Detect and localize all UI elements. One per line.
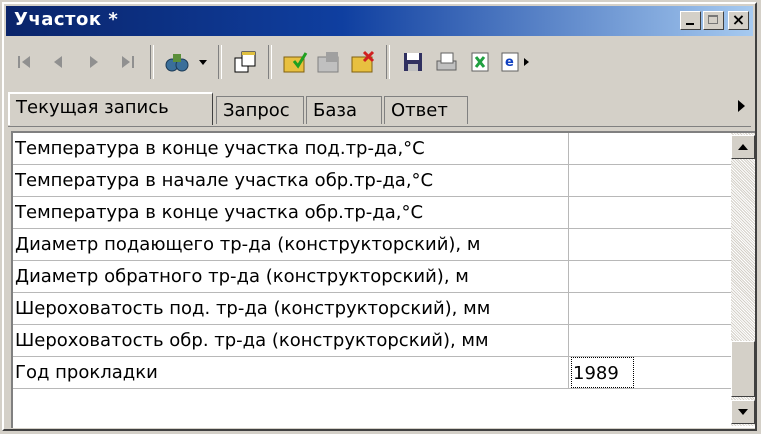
field-value[interactable] — [570, 293, 733, 324]
field-label: Год прокладки — [15, 357, 569, 388]
field-value[interactable] — [570, 261, 733, 292]
properties-button[interactable] — [312, 45, 346, 79]
field-label: Шероховатость под. тр-да (конструкторски… — [15, 293, 569, 324]
save-button[interactable] — [396, 45, 430, 79]
next-record-button[interactable] — [76, 45, 110, 79]
tab-strip: Текущая запись Запрос База Ответ — [8, 88, 751, 127]
toolbar-separator — [268, 45, 272, 79]
field-value[interactable] — [570, 229, 733, 260]
title-bar[interactable]: Участок * × — [6, 6, 753, 36]
toolbar-separator — [218, 45, 222, 79]
binoculars-icon — [165, 54, 189, 72]
svg-text:e: e — [505, 55, 514, 70]
field-value[interactable] — [570, 325, 733, 356]
field-label: Диаметр обратного тр-да (конструкторский… — [15, 261, 569, 292]
edit-folder-icon — [283, 52, 308, 73]
last-record-button[interactable] — [110, 45, 144, 79]
toolbar-separator — [150, 45, 154, 79]
grid-row[interactable]: Температура в конце участка обр.тр-да,°С — [13, 197, 733, 229]
field-value[interactable] — [570, 197, 733, 228]
field-label: Температура в конце участка обр.тр-да,°С — [15, 197, 569, 228]
record-grid: Температура в конце участка под.тр-да,°С… — [11, 131, 755, 428]
grid-row[interactable]: Год прокладки 1989 — [13, 357, 733, 389]
delete-record-button[interactable] — [346, 45, 380, 79]
field-label: Температура в конце участка под.тр-да,°С — [15, 133, 569, 164]
arrow-up-icon — [738, 144, 748, 150]
maximize-button[interactable] — [703, 11, 724, 30]
scroll-down-button[interactable] — [731, 400, 755, 424]
record-window: Участок * × e Текущая запись Запрос База… — [2, 2, 757, 431]
grid-row[interactable]: Шероховатость обр. тр-да (конструкторски… — [13, 325, 733, 357]
grid-row[interactable]: Температура в начале участка обр.тр-да,°… — [13, 165, 733, 197]
field-value[interactable] — [570, 133, 733, 164]
close-button[interactable]: × — [728, 10, 749, 30]
first-record-icon — [18, 56, 30, 68]
toolbar-overflow-icon[interactable] — [524, 57, 530, 67]
export-word-icon: e — [501, 52, 519, 72]
edit-record-button[interactable] — [278, 45, 312, 79]
toolbar: e — [8, 40, 751, 84]
tab-base[interactable]: База — [306, 96, 382, 124]
save-icon — [404, 53, 422, 71]
year-laid-field[interactable]: 1989 — [571, 357, 634, 388]
field-label: Температура в начале участка обр.тр-да,°… — [15, 165, 569, 196]
copy-icon — [234, 51, 256, 73]
print-button[interactable] — [430, 45, 464, 79]
minimize-icon — [686, 23, 694, 25]
close-icon: × — [731, 10, 746, 29]
scroll-up-button[interactable] — [731, 135, 755, 159]
first-record-button[interactable] — [8, 45, 42, 79]
print-icon — [436, 52, 457, 71]
tab-answer[interactable]: Ответ — [384, 96, 468, 124]
vertical-scrollbar[interactable] — [731, 133, 755, 426]
grid-row[interactable]: Диаметр обратного тр-да (конструкторский… — [13, 261, 733, 293]
dropdown-arrow-icon — [199, 60, 207, 65]
next-record-icon — [90, 56, 98, 68]
grid-row[interactable]: Диаметр подающего тр-да (конструкторский… — [13, 229, 733, 261]
find-dropdown-button[interactable] — [194, 45, 212, 79]
toolbar-separator — [386, 45, 390, 79]
properties-icon — [317, 52, 339, 73]
tab-scroll-right-icon[interactable] — [738, 100, 745, 112]
field-label: Шероховатость обр. тр-да (конструкторски… — [15, 325, 569, 356]
maximize-icon — [708, 15, 718, 24]
last-record-icon — [122, 56, 134, 68]
export-excel-icon — [471, 52, 489, 72]
grid-row[interactable]: Температура в конце участка под.тр-да,°С — [13, 133, 733, 165]
arrow-down-icon — [738, 409, 748, 415]
field-label: Диаметр подающего тр-да (конструкторский… — [15, 229, 569, 260]
scroll-thumb[interactable] — [731, 341, 755, 397]
field-value[interactable] — [570, 165, 733, 196]
grid-row[interactable]: Шероховатость под. тр-да (конструкторски… — [13, 293, 733, 325]
delete-folder-icon — [351, 50, 375, 73]
tab-current-record[interactable]: Текущая запись — [8, 92, 213, 125]
prev-record-button[interactable] — [42, 45, 76, 79]
find-button[interactable] — [160, 45, 194, 79]
tab-query[interactable]: Запрос — [216, 96, 304, 124]
prev-record-icon — [54, 56, 62, 68]
window-title: Участок * — [14, 9, 119, 30]
export-excel-button[interactable] — [464, 45, 498, 79]
copy-button[interactable] — [228, 45, 262, 79]
grid-row-empty[interactable] — [13, 389, 733, 421]
minimize-button[interactable] — [680, 11, 701, 30]
export-word-button[interactable]: e — [498, 45, 522, 79]
